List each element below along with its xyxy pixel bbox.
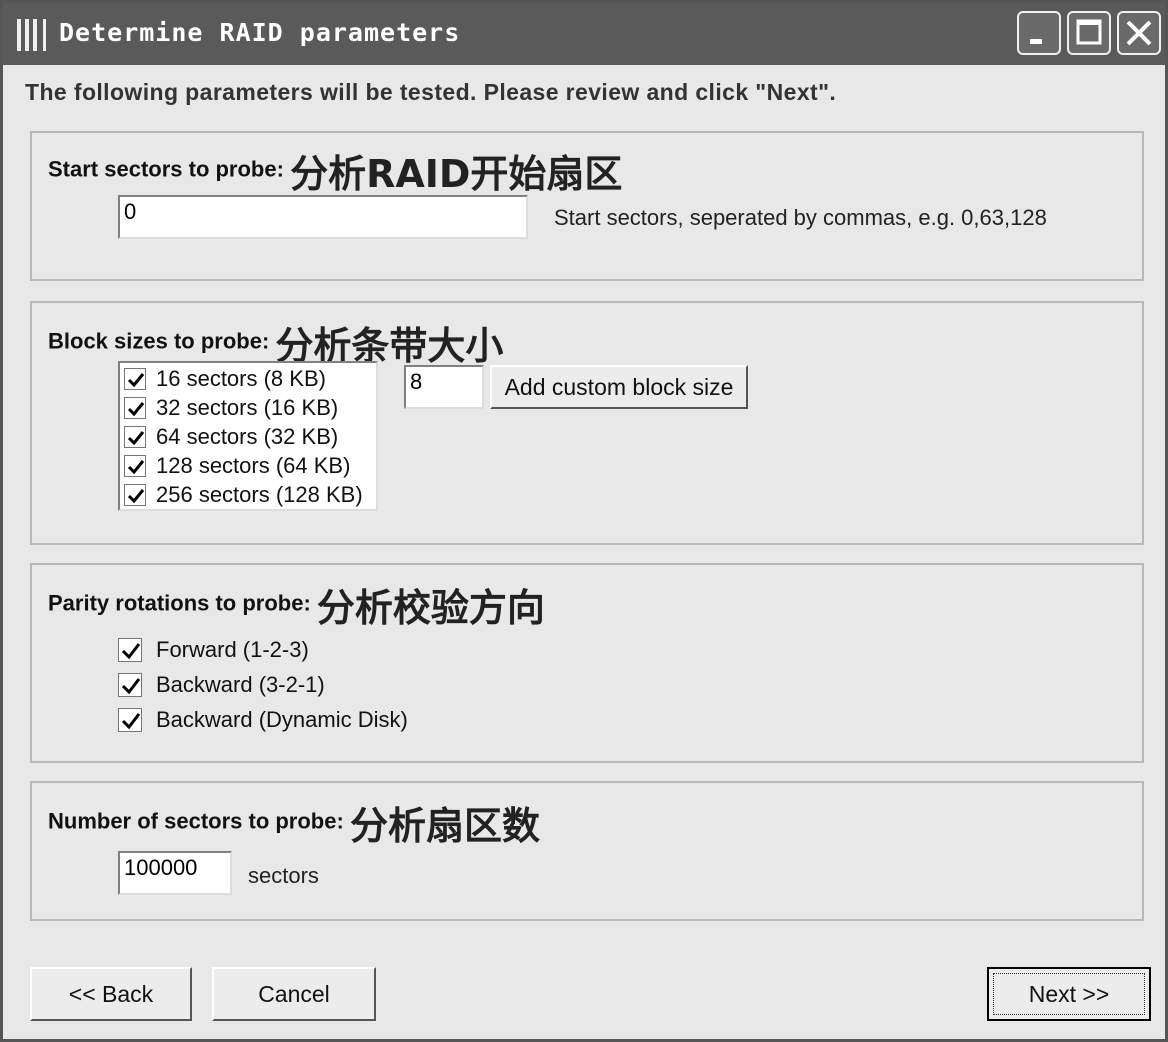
checkbox[interactable] bbox=[124, 368, 146, 390]
checkmark-icon bbox=[127, 373, 145, 388]
parity-rotations-group: Parity rotations to probe: 分析校验方向 Forwar… bbox=[30, 563, 1144, 763]
checkbox[interactable] bbox=[124, 484, 146, 506]
num-sectors-input[interactable]: 100000 bbox=[118, 851, 232, 895]
checkbox[interactable] bbox=[118, 708, 142, 732]
start-sectors-group: Start sectors to probe: 分析RAID开始扇区 0 Sta… bbox=[30, 131, 1144, 281]
num-sectors-label-cn: 分析扇区数 bbox=[349, 804, 540, 848]
block-size-item[interactable]: 16 sectors (8 KB) bbox=[124, 365, 326, 393]
app-icon bbox=[17, 19, 51, 51]
start-sectors-heading: Start sectors to probe: 分析RAID开始扇区 bbox=[48, 143, 622, 198]
checkmark-icon bbox=[127, 402, 145, 417]
checkmark-icon bbox=[121, 643, 141, 660]
checkbox[interactable] bbox=[118, 673, 142, 697]
window-title: Determine RAID parameters bbox=[59, 18, 461, 47]
block-size-item[interactable]: 32 sectors (16 KB) bbox=[124, 394, 338, 422]
start-sectors-label: Start sectors to probe: bbox=[48, 156, 284, 182]
start-sectors-input[interactable]: 0 bbox=[118, 195, 528, 239]
close-button[interactable] bbox=[1117, 11, 1161, 55]
block-size-label: 64 sectors (32 KB) bbox=[156, 424, 339, 449]
back-button[interactable]: << Back bbox=[30, 967, 192, 1021]
minimize-button[interactable] bbox=[1017, 11, 1061, 55]
block-size-item[interactable]: 64 sectors (32 KB) bbox=[124, 423, 338, 451]
start-sectors-hint: Start sectors, seperated by commas, e.g.… bbox=[554, 205, 1047, 230]
start-sectors-label-cn: 分析RAID开始扇区 bbox=[290, 152, 623, 196]
next-button[interactable]: Next >> bbox=[987, 967, 1151, 1021]
parity-option-label: Backward (Dynamic Disk) bbox=[156, 707, 408, 732]
custom-block-size-input[interactable]: 8 bbox=[404, 365, 484, 409]
checkbox[interactable] bbox=[118, 638, 142, 662]
block-sizes-group: Block sizes to probe: 分析条带大小 16 sectors … bbox=[30, 301, 1144, 545]
maximize-button[interactable] bbox=[1067, 11, 1111, 55]
parity-dynamic-disk-checkbox[interactable]: Backward (Dynamic Disk) bbox=[118, 707, 408, 733]
block-size-label: 256 sectors (128 KB) bbox=[156, 482, 363, 507]
minimize-icon bbox=[1030, 39, 1042, 44]
parity-forward-checkbox[interactable]: Forward (1-2-3) bbox=[118, 637, 309, 663]
checkmark-icon bbox=[121, 713, 141, 730]
parity-option-label: Backward (3-2-1) bbox=[156, 672, 325, 697]
num-sectors-heading: Number of sectors to probe: 分析扇区数 bbox=[48, 795, 540, 850]
parity-heading: Parity rotations to probe: 分析校验方向 bbox=[48, 577, 545, 632]
num-sectors-unit: sectors bbox=[248, 863, 319, 888]
checkbox[interactable] bbox=[124, 426, 146, 448]
parity-option-label: Forward (1-2-3) bbox=[156, 637, 309, 662]
block-sizes-label: Block sizes to probe: bbox=[48, 328, 270, 354]
num-sectors-group: Number of sectors to probe: 分析扇区数 100000… bbox=[30, 781, 1144, 921]
add-custom-block-size-button[interactable]: Add custom block size bbox=[490, 365, 748, 409]
block-size-label: 128 sectors (64 KB) bbox=[156, 453, 351, 478]
checkmark-icon bbox=[127, 431, 145, 446]
intro-text: The following parameters will be tested.… bbox=[25, 79, 837, 105]
block-size-label: 16 sectors (8 KB) bbox=[156, 366, 326, 391]
cancel-button[interactable]: Cancel bbox=[212, 967, 376, 1021]
parity-backward-checkbox[interactable]: Backward (3-2-1) bbox=[118, 672, 325, 698]
parity-label-cn: 分析校验方向 bbox=[316, 586, 545, 630]
block-size-item[interactable]: 128 sectors (64 KB) bbox=[124, 452, 350, 480]
block-sizes-list[interactable]: 16 sectors (8 KB) 32 sectors (16 KB) 64 … bbox=[118, 361, 378, 511]
checkbox[interactable] bbox=[124, 455, 146, 477]
checkmark-icon bbox=[127, 460, 145, 475]
block-size-item[interactable]: 256 sectors (128 KB) bbox=[124, 481, 363, 509]
checkbox[interactable] bbox=[124, 397, 146, 419]
title-bar[interactable]: Determine RAID parameters bbox=[3, 3, 1165, 65]
raid-parameters-dialog: Determine RAID parameters The following … bbox=[0, 0, 1168, 1042]
checkmark-icon bbox=[121, 678, 141, 695]
num-sectors-label: Number of sectors to probe: bbox=[48, 808, 344, 834]
parity-label: Parity rotations to probe: bbox=[48, 590, 311, 616]
maximize-icon bbox=[1076, 19, 1102, 45]
block-size-label: 32 sectors (16 KB) bbox=[156, 395, 339, 420]
checkmark-icon bbox=[127, 489, 145, 504]
close-icon bbox=[1126, 20, 1152, 46]
